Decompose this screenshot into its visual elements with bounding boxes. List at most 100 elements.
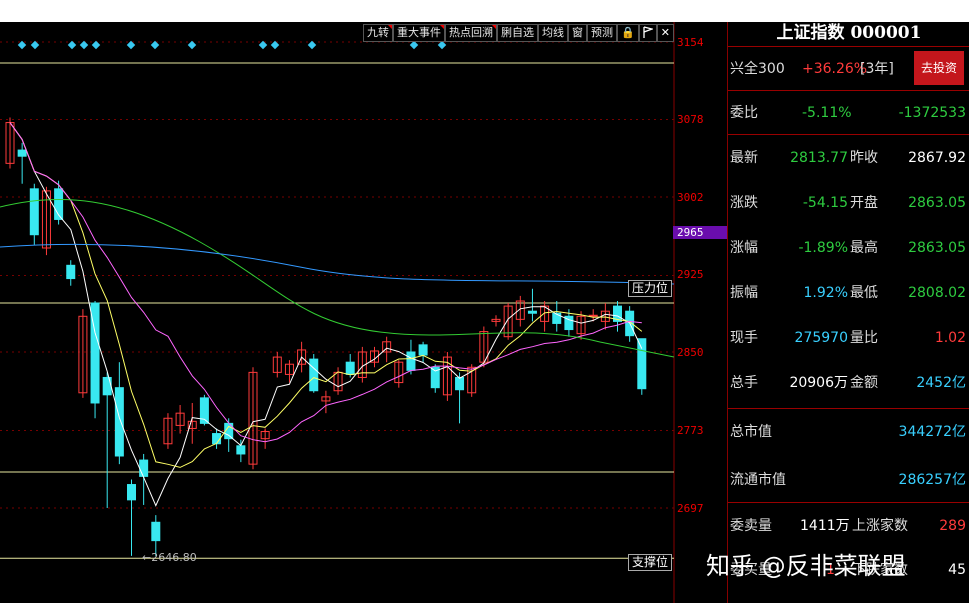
price-tick-2925: 2925 — [677, 268, 704, 281]
current-price-marker: 2965 — [673, 226, 729, 239]
quote-label: 涨跌 — [730, 195, 758, 211]
commission-ratio-value: -5.11% — [802, 105, 852, 121]
quote-value: 1.92% — [803, 285, 848, 301]
event-marker-icon — [307, 40, 317, 50]
price-tick-2850: 2850 — [677, 346, 704, 359]
quote-value: 20906万 — [789, 375, 848, 391]
moving-average-button[interactable]: 均线 — [538, 24, 568, 42]
advancers-value: 289 — [939, 518, 966, 534]
delete-watchlist-button[interactable]: 脷自选 — [497, 24, 538, 42]
go-invest-button[interactable]: 去投资 — [914, 51, 964, 85]
kline-chart[interactable] — [0, 22, 727, 603]
market-cap-value: 344272亿 — [898, 424, 966, 440]
advancers-label: 上涨家数 — [852, 518, 908, 534]
quote-value: 2808.02 — [908, 285, 966, 301]
candle-body — [17, 149, 27, 157]
index-title: 上证指数 000001 — [776, 23, 922, 43]
commission-diff-value: -1372533 — [898, 105, 966, 121]
decliners-value: 45 — [948, 562, 966, 578]
sell-volume-value: 1411万 — [800, 518, 850, 534]
candle-body — [637, 338, 647, 390]
quote-row: 振幅 1.92% 最低 2808.02 — [728, 282, 969, 304]
quote-value: 2867.92 — [908, 150, 966, 166]
quote-row: 涨幅 -1.89% 最高 2863.05 — [728, 237, 969, 259]
quote-row: 涨跌 -54.15 开盘 2863.05 — [728, 192, 969, 214]
divider — [728, 46, 969, 47]
candle-body — [418, 344, 428, 356]
fund-return: +36.26% — [802, 61, 868, 77]
quote-value: 275970 — [794, 330, 848, 346]
quote-label: 昨收 — [850, 150, 878, 166]
candle-body — [212, 433, 222, 445]
fund-name: 兴全300 — [730, 61, 785, 77]
quote-label: 最新 — [730, 150, 758, 166]
fund-period: [3年] — [860, 61, 894, 77]
quote-label: 涨幅 — [730, 240, 758, 256]
event-marker-icon — [79, 40, 89, 50]
low-price-label: ←2646.80 — [142, 551, 197, 564]
candle-body — [345, 361, 355, 375]
market-cap-row: 总市值 344272亿 — [728, 421, 969, 443]
price-tick-2697: 2697 — [677, 502, 704, 515]
float-cap-row: 流通市值 286257亿 — [728, 469, 969, 491]
candle-body — [139, 459, 149, 477]
divider — [728, 408, 969, 409]
sell-volume-row: 委卖量 1411万 上涨家数 289 — [728, 515, 969, 537]
quote-label: 总手 — [730, 375, 758, 391]
lock-icon[interactable]: 🔒 — [617, 24, 639, 42]
candle-body — [66, 264, 76, 280]
candle-body — [127, 484, 136, 501]
quote-value: 2813.77 — [790, 150, 848, 166]
quote-panel: 上证指数 000001 兴全300 +36.26% [3年] 去投资 委比 -5… — [727, 22, 969, 603]
commission-ratio-row: 委比 -5.11% -1372533 — [728, 102, 969, 124]
price-tick-3078: 3078 — [677, 113, 704, 126]
divider — [728, 90, 969, 91]
event-marker-icon — [67, 40, 77, 50]
quote-row: 最新 2813.77 昨收 2867.92 — [728, 147, 969, 169]
quote-value: 1.02 — [934, 330, 966, 346]
chart-toolbar: 九转 重大事件 热点回溯 脷自选 均线 窗 预测 🔒 ✕ — [363, 24, 674, 42]
quote-value: 2863.05 — [908, 195, 966, 211]
support-level-tag[interactable]: 支撑位 — [628, 554, 673, 571]
quote-value: 2452亿 — [916, 375, 966, 391]
close-icon[interactable]: ✕ — [656, 24, 674, 42]
price-tick-2773: 2773 — [677, 424, 704, 437]
event-marker-icon — [91, 40, 101, 50]
quote-label: 金额 — [850, 375, 878, 391]
forecast-button[interactable]: 预测 — [587, 24, 617, 42]
market-cap-label: 总市值 — [730, 424, 772, 440]
window-button[interactable]: 窗 — [568, 24, 587, 42]
quote-row: 总手 20906万 金额 2452亿 — [728, 372, 969, 394]
ma60-line — [0, 198, 675, 358]
candle-body — [29, 188, 39, 236]
jiuzhuan-button[interactable]: 九转 — [363, 24, 393, 42]
candle-body — [102, 376, 112, 396]
quote-value: 2863.05 — [908, 240, 966, 256]
quote-value: -1.89% — [798, 240, 848, 256]
quote-label: 最高 — [850, 240, 878, 256]
event-marker-icon — [409, 40, 419, 50]
divider — [728, 134, 969, 135]
ma10-line — [9, 122, 643, 468]
candle-body — [236, 445, 246, 455]
pressure-level-tag[interactable]: 压力位 — [628, 280, 673, 297]
candle-body — [527, 310, 537, 314]
quote-label: 振幅 — [730, 285, 758, 301]
candle-body — [151, 521, 161, 542]
commission-ratio-label: 委比 — [730, 105, 758, 121]
event-marker-icon — [187, 40, 197, 50]
price-tick-3154: 3154 — [677, 36, 704, 49]
sell-volume-label: 委卖量 — [730, 518, 772, 534]
hotspot-review-button[interactable]: 热点回溯 — [445, 24, 497, 42]
zhihu-watermark: 知乎 @反非菜联盟 — [706, 552, 906, 580]
candle-body — [455, 376, 465, 391]
float-cap-value: 286257亿 — [898, 472, 966, 488]
candle-body — [114, 387, 124, 457]
ma5-line — [9, 122, 643, 507]
float-cap-label: 流通市值 — [730, 472, 786, 488]
major-events-button[interactable]: 重大事件 — [393, 24, 445, 42]
quote-label: 开盘 — [850, 195, 878, 211]
candle-body — [309, 358, 319, 392]
flag-icon[interactable] — [638, 24, 657, 42]
quote-value: -54.15 — [802, 195, 848, 211]
